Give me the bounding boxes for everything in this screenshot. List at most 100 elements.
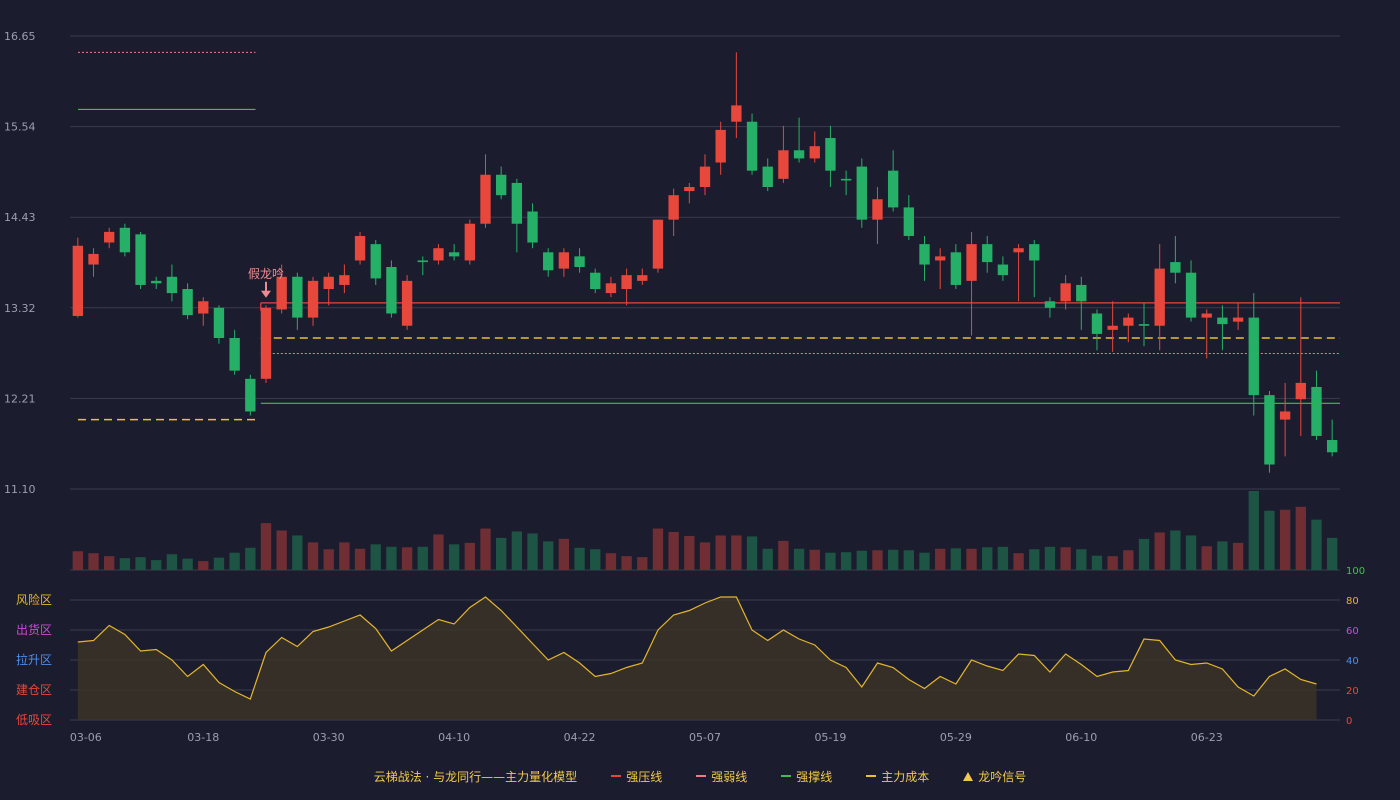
date-tick-label: 05-07: [689, 731, 721, 744]
volume-bar: [135, 557, 146, 570]
candle-body: [495, 174, 507, 196]
price-tick-label: 15.54: [4, 121, 36, 134]
volume-bar: [511, 531, 523, 570]
osc-level-label: 20: [1346, 686, 1359, 697]
volume-bar: [1295, 506, 1306, 570]
candle-body: [966, 244, 977, 281]
osc-level-label: 40: [1346, 656, 1359, 667]
candle-body: [872, 199, 883, 220]
volume-bar: [684, 535, 695, 570]
osc-zone-label: 建仓区: [16, 683, 52, 697]
volume-bar: [621, 556, 632, 570]
candle-body: [590, 272, 601, 290]
candle-body: [1217, 317, 1228, 325]
candle-body: [950, 252, 962, 285]
candle-body: [699, 166, 711, 187]
volume-bar: [292, 535, 303, 570]
volume-bar: [982, 547, 993, 570]
candle-body: [370, 244, 381, 279]
candle-body: [605, 283, 617, 294]
candle-body: [684, 187, 695, 192]
volume-bar: [825, 552, 836, 570]
legend-strong-resist: 强压线: [611, 768, 662, 785]
strong-resist-swatch: [611, 775, 622, 777]
volume-bar: [887, 549, 899, 570]
volume-bar: [151, 560, 162, 570]
osc-zone-label: 拉升区: [16, 652, 52, 667]
volume-bar: [637, 557, 648, 570]
volume-bar: [1044, 546, 1056, 570]
volume-bar: [260, 523, 272, 570]
volume-bar: [245, 547, 256, 570]
osc-level-label: 0: [1346, 716, 1352, 727]
volume-bar: [370, 544, 381, 570]
candle-body: [887, 170, 899, 208]
candle-body: [935, 256, 946, 261]
legend-support: 强撑线: [781, 768, 832, 785]
candle-body: [762, 166, 773, 187]
volume-bar: [1076, 549, 1087, 570]
date-tick-label: 04-22: [564, 731, 596, 744]
volume-bar: [1326, 537, 1338, 570]
volume-bar: [543, 541, 554, 570]
volume-bar: [668, 531, 679, 570]
candle-body: [104, 231, 115, 243]
volume-bar: [1091, 555, 1103, 570]
candle-body: [292, 276, 303, 318]
volume-bar: [1201, 546, 1212, 570]
volume-bar: [354, 548, 366, 570]
candle-body: [1107, 325, 1118, 330]
candle-body: [1060, 283, 1071, 302]
candle-body: [715, 129, 726, 163]
volume-bar: [104, 556, 115, 570]
volume-bar: [762, 548, 773, 570]
volume-bar: [1060, 547, 1071, 570]
volume-bar: [166, 554, 178, 570]
date-tick-label: 03-06: [70, 731, 102, 744]
signal-label: 假龙吟: [248, 266, 284, 281]
volume-bar: [715, 535, 726, 570]
candle-body: [1013, 248, 1024, 253]
volume-bar: [339, 542, 350, 570]
volume-bar: [1154, 532, 1165, 570]
candle-body: [809, 146, 820, 159]
volume-bar: [1013, 553, 1024, 570]
date-tick-label: 03-18: [187, 731, 219, 744]
candle-body: [151, 280, 162, 284]
osc-level-label: 80: [1346, 596, 1359, 607]
candle-body: [1326, 440, 1338, 453]
candle-body: [245, 378, 256, 412]
volume-bar: [433, 534, 444, 570]
legend-weak-line: 强弱线: [696, 768, 747, 785]
candle-body: [731, 105, 742, 122]
candle-body: [997, 264, 1009, 276]
candle-body: [229, 338, 240, 371]
volume-bar: [276, 530, 287, 570]
candle-body: [856, 166, 867, 220]
candle-body: [511, 182, 523, 224]
volume-bar: [746, 536, 758, 570]
candle-body: [1154, 268, 1165, 326]
volume-bar: [72, 551, 84, 570]
volume-bar: [966, 548, 977, 570]
support-swatch: [781, 775, 792, 777]
candle-body: [1232, 317, 1244, 322]
candle-body: [182, 289, 193, 316]
candle-body: [621, 275, 632, 290]
volume-bar: [950, 548, 962, 570]
candle-body: [1295, 382, 1306, 400]
date-tick-label: 06-23: [1191, 731, 1223, 744]
candle-body: [543, 252, 554, 271]
volume-bar: [1185, 535, 1197, 570]
candle-body: [1029, 244, 1040, 261]
date-tick-label: 05-29: [940, 731, 972, 744]
volume-bar: [527, 533, 538, 570]
volume-bar: [1138, 538, 1150, 570]
candle-body: [778, 150, 789, 179]
candle-body: [1123, 317, 1134, 326]
volume-bar: [1248, 491, 1259, 570]
candle-body: [135, 234, 146, 285]
volume-bar: [401, 547, 413, 570]
volume-bar: [1232, 542, 1244, 570]
date-tick-label: 06-10: [1065, 731, 1097, 744]
